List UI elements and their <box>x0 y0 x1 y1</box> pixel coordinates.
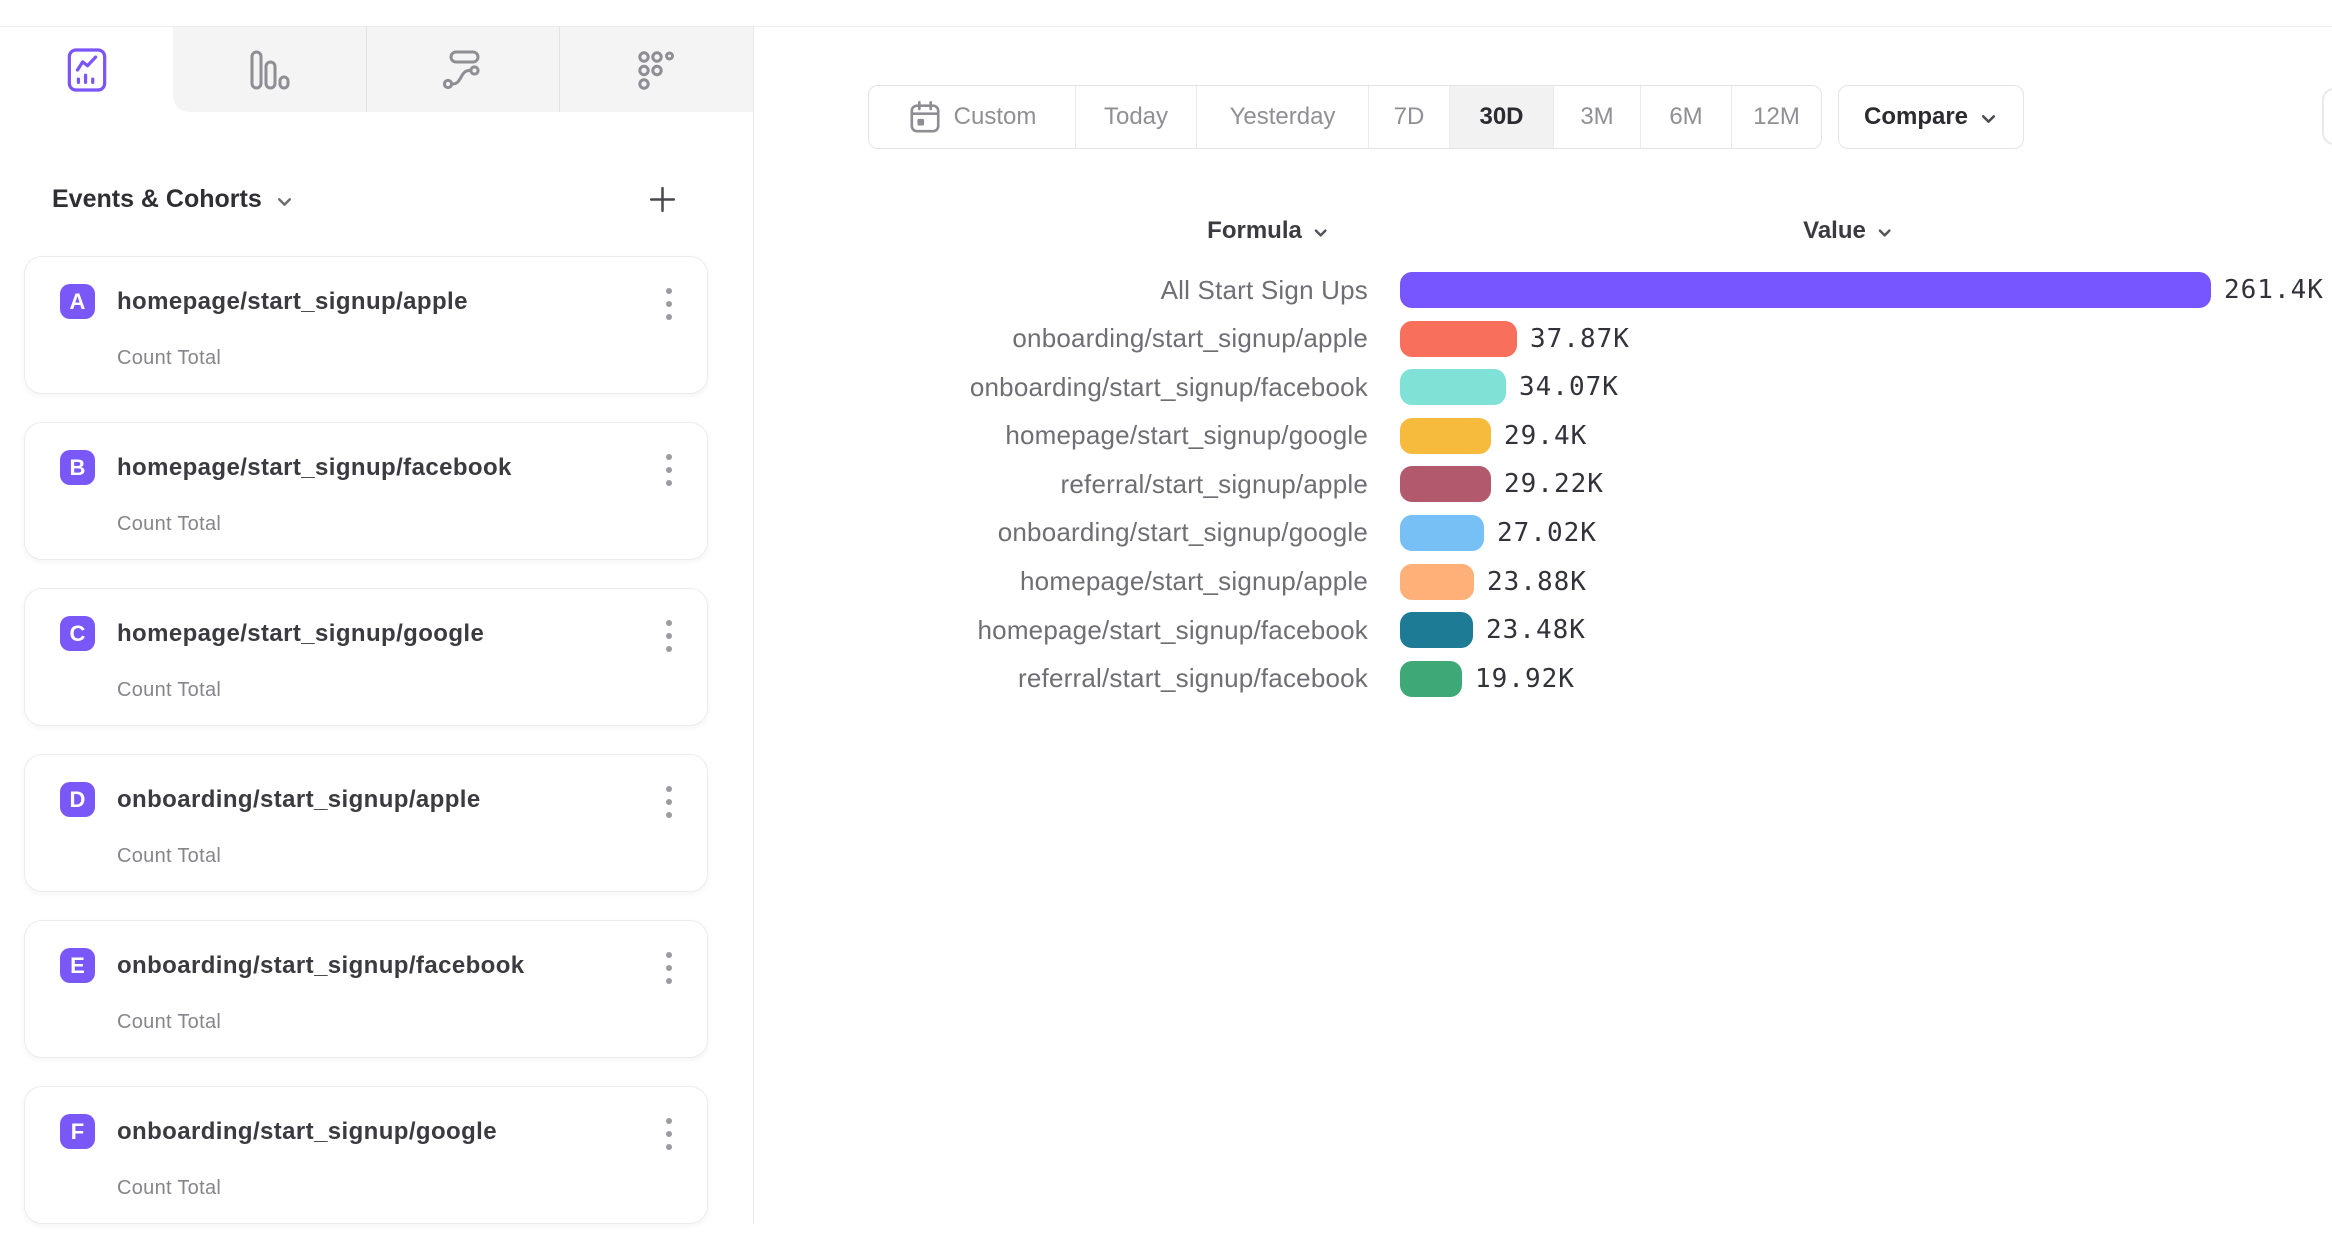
formula-label: All Start Sign Ups <box>0 275 1368 306</box>
events-cohorts-header: Events & Cohorts <box>52 184 678 215</box>
date-range-selector: Custom Today Yesterday 7D 30D 3M 6M 12M <box>868 85 1822 149</box>
insights-report-page: { "tabs": { "items": [ {"id": "insights"… <box>0 0 2332 1224</box>
tab-flows[interactable] <box>366 27 560 112</box>
value-bar[interactable] <box>1400 418 1491 454</box>
formula-label: onboarding/start_signup/apple <box>0 323 1368 354</box>
formula-label: homepage/start_signup/google <box>0 420 1368 451</box>
date-range-label: Custom <box>954 103 1037 131</box>
event-letter-badge: E <box>60 948 95 983</box>
value-label: 29.22K <box>1504 469 1604 499</box>
date-range-label: 7D <box>1394 103 1425 131</box>
compare-label: Compare <box>1864 103 1968 131</box>
insights-line-chart-icon <box>66 47 108 93</box>
formula-label: onboarding/start_signup/google <box>0 517 1368 548</box>
value-bar[interactable] <box>1400 515 1484 551</box>
event-card-F[interactable]: Fonboarding/start_signup/google Count Tot… <box>24 1086 708 1224</box>
value-label: 23.48K <box>1486 615 1586 645</box>
formula-label: homepage/start_signup/facebook <box>0 615 1368 646</box>
retention-dots-icon <box>636 49 678 91</box>
events-cohorts-dropdown[interactable]: Events & Cohorts <box>52 185 294 214</box>
value-label: 37.87K <box>1530 324 1630 354</box>
event-letter-badge: D <box>60 782 95 817</box>
chart-row: All Start Sign Ups 261.4K <box>0 272 2332 308</box>
value-bar[interactable] <box>1400 661 1462 697</box>
date-range-label: Yesterday <box>1230 103 1336 131</box>
value-label: 29.4K <box>1504 421 1587 451</box>
value-column-header[interactable]: Value <box>1803 217 1893 245</box>
chart-row: homepage/start_signup/apple 23.88K <box>0 564 2332 600</box>
event-title: onboarding/start_signup/facebook <box>117 952 525 980</box>
chart-row: referral/start_signup/facebook 19.92K <box>0 661 2332 697</box>
chevron-down-icon <box>1876 224 1893 241</box>
event-letter-badge: F <box>60 1114 95 1149</box>
formula-label: onboarding/start_signup/facebook <box>0 372 1368 403</box>
date-range-7d[interactable]: 7D <box>1368 86 1449 148</box>
add-event-button[interactable] <box>647 184 678 215</box>
chart-row: homepage/start_signup/facebook 23.48K <box>0 612 2332 648</box>
date-range-label: 6M <box>1669 103 1702 131</box>
date-range-yesterday[interactable]: Yesterday <box>1196 86 1368 148</box>
chart-row: onboarding/start_signup/google 27.02K <box>0 515 2332 551</box>
event-card-D[interactable]: Donboarding/start_signup/apple Count Tota… <box>24 754 708 892</box>
formula-label: referral/start_signup/facebook <box>0 663 1368 694</box>
date-range-custom[interactable]: Custom <box>869 86 1075 148</box>
tab-funnels[interactable] <box>173 27 366 112</box>
date-range-label: 3M <box>1580 103 1613 131</box>
bar-chart: All Start Sign Ups 261.4K onboarding/start… <box>0 272 2332 709</box>
formula-column-header[interactable]: Formula <box>1207 217 1329 245</box>
value-bar[interactable] <box>1400 369 1506 405</box>
events-cohorts-title: Events & Cohorts <box>52 185 262 214</box>
date-range-3m[interactable]: 3M <box>1553 86 1640 148</box>
formula-label: referral/start_signup/apple <box>0 469 1368 500</box>
value-label: 23.88K <box>1487 567 1587 597</box>
chart-type-tabs <box>0 27 753 112</box>
chevron-down-icon <box>1979 109 1998 128</box>
chart-row: onboarding/start_signup/apple 37.87K <box>0 321 2332 357</box>
chart-row: homepage/start_signup/google 29.4K <box>0 418 2332 454</box>
compare-button[interactable]: Compare <box>1838 85 2024 149</box>
value-label: 27.02K <box>1497 518 1597 548</box>
tab-retention[interactable] <box>559 27 753 112</box>
date-range-label: 12M <box>1753 103 1800 131</box>
event-title: onboarding/start_signup/apple <box>117 786 481 814</box>
value-label: 34.07K <box>1519 372 1619 402</box>
plus-icon <box>647 184 678 215</box>
date-range-label: Today <box>1104 103 1168 131</box>
event-title: onboarding/start_signup/google <box>117 1118 497 1146</box>
chart-row: referral/start_signup/apple 29.22K <box>0 466 2332 502</box>
kebab-menu-icon[interactable] <box>663 783 675 821</box>
formula-label: homepage/start_signup/apple <box>0 566 1368 597</box>
tab-insights[interactable] <box>0 27 173 112</box>
partial-button-right-edge[interactable] <box>2322 88 2332 145</box>
date-range-30d[interactable]: 30D <box>1449 86 1553 148</box>
value-bar[interactable] <box>1400 612 1473 648</box>
kebab-menu-icon[interactable] <box>663 949 675 987</box>
calendar-icon <box>908 100 942 134</box>
value-label: 19.92K <box>1475 664 1575 694</box>
chevron-down-icon <box>275 192 294 211</box>
formula-header-label: Formula <box>1207 217 1302 245</box>
value-label: 261.4K <box>2224 275 2324 305</box>
flows-icon <box>441 49 485 91</box>
date-range-today[interactable]: Today <box>1075 86 1196 148</box>
event-measure-dropdown[interactable]: Count Total <box>117 845 221 868</box>
value-bar[interactable] <box>1400 466 1491 502</box>
value-bar[interactable] <box>1400 321 1517 357</box>
date-range-label: 30D <box>1479 103 1523 131</box>
value-header-label: Value <box>1803 217 1866 245</box>
funnel-bars-icon <box>248 49 290 91</box>
date-range-12m[interactable]: 12M <box>1731 86 1821 148</box>
event-measure-dropdown[interactable]: Count Total <box>117 1011 221 1034</box>
date-range-6m[interactable]: 6M <box>1640 86 1731 148</box>
event-card-E[interactable]: Eonboarding/start_signup/facebook Count T… <box>24 920 708 1058</box>
event-measure-dropdown[interactable]: Count Total <box>117 1177 221 1200</box>
chart-row: onboarding/start_signup/facebook 34.07K <box>0 369 2332 405</box>
value-bar[interactable] <box>1400 564 1474 600</box>
kebab-menu-icon[interactable] <box>663 1115 675 1153</box>
value-bar[interactable] <box>1400 272 2211 308</box>
chevron-down-icon <box>1312 224 1329 241</box>
inactive-tabs-group <box>173 27 753 112</box>
